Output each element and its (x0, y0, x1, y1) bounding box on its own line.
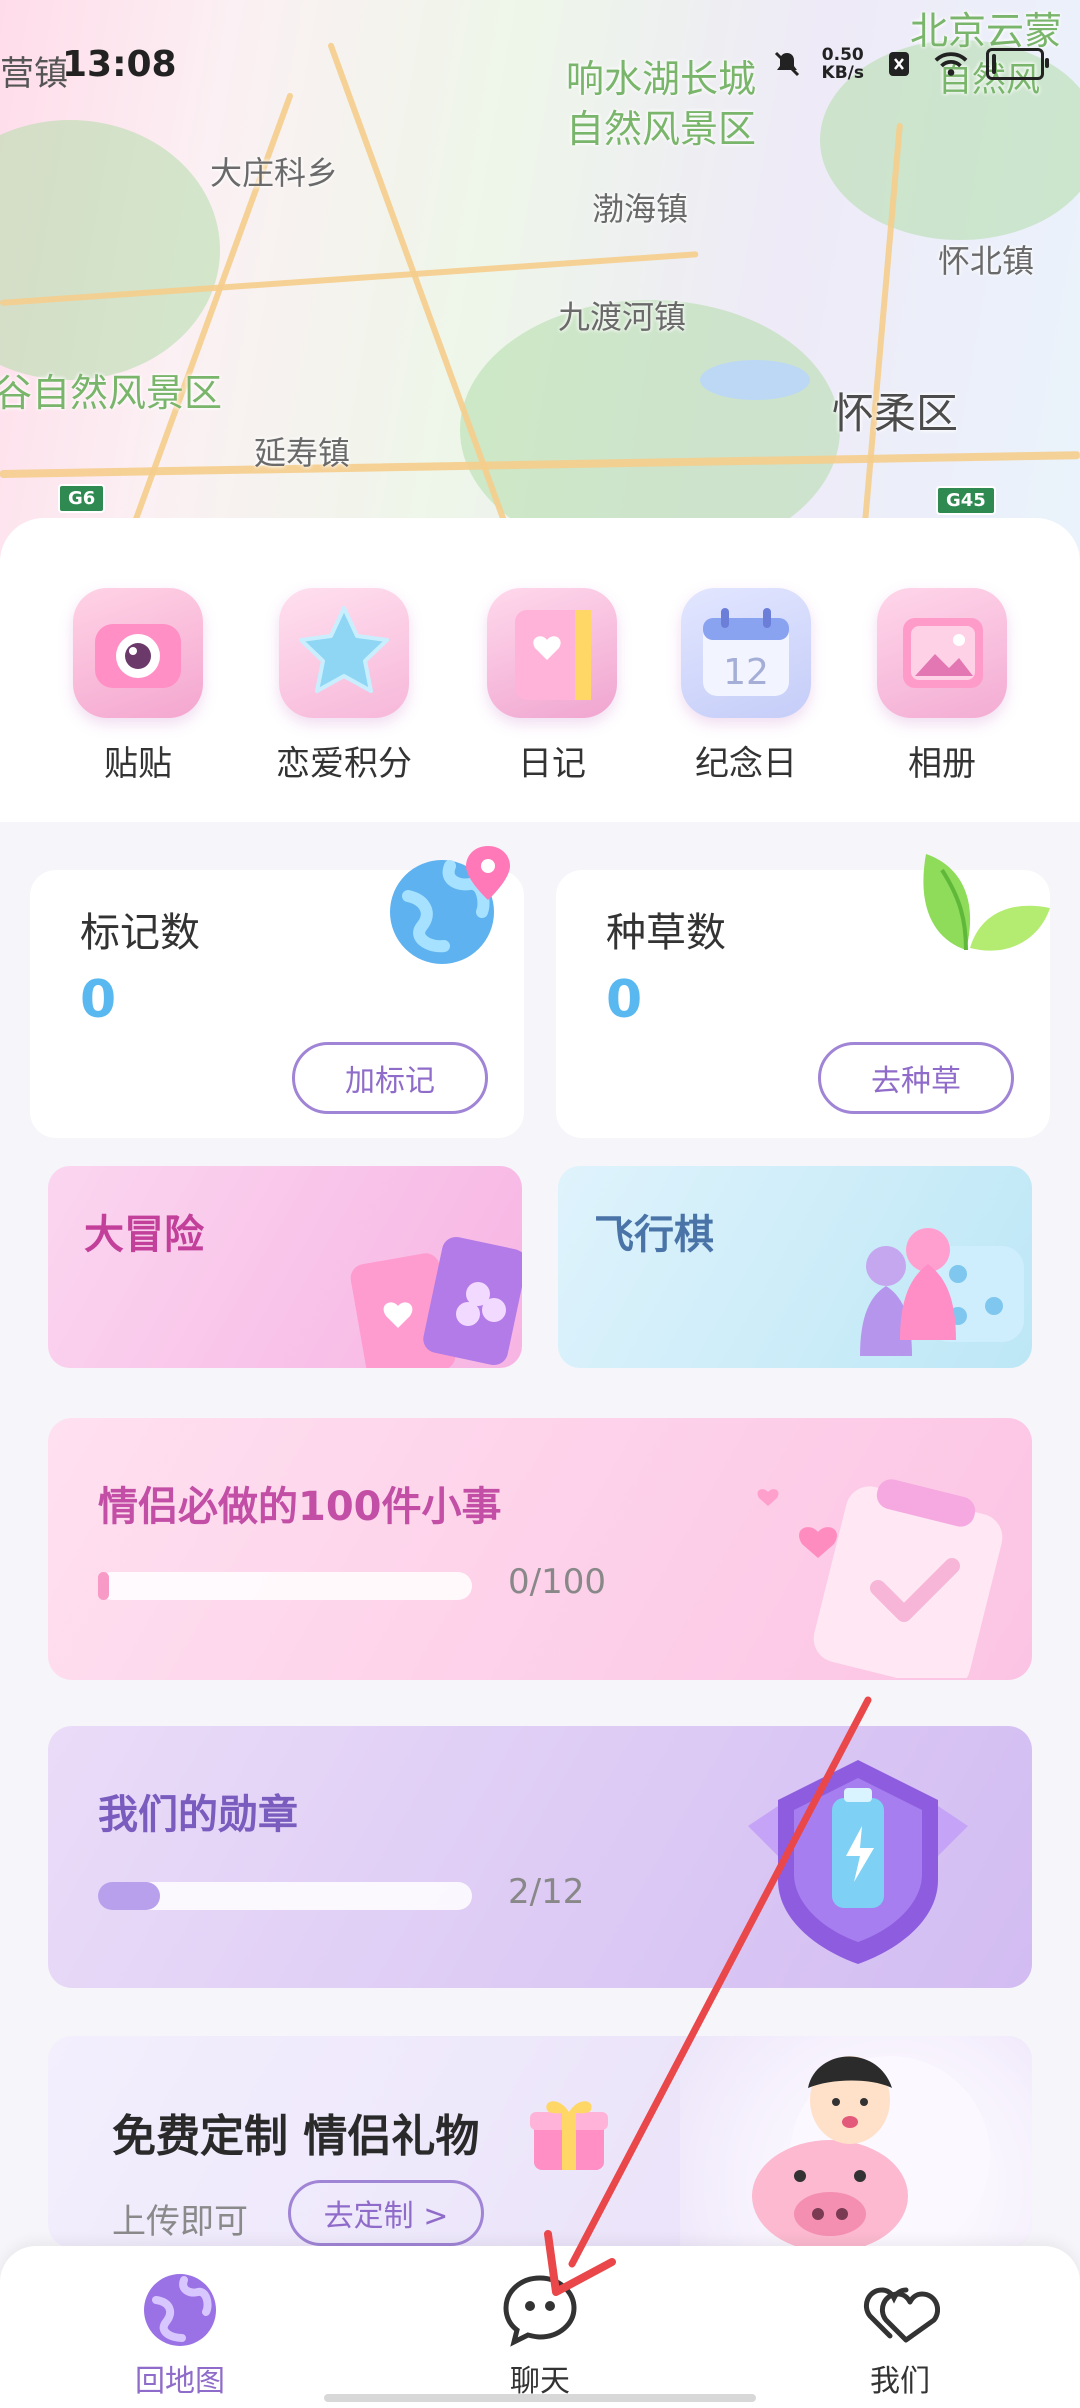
medals-progress-fill (98, 1882, 161, 1910)
wifi-icon (934, 47, 968, 81)
hearts-icon (860, 2270, 940, 2350)
adventure-game-card[interactable]: 大冒险 (48, 1166, 522, 1368)
plants-count: 0 (606, 970, 643, 1030)
map-label: 延寿镇 (254, 434, 351, 472)
net-speed-value: 0.50 (821, 45, 864, 65)
tab-back-to-map[interactable]: 回地图 (100, 2270, 260, 2400)
quick-action-album[interactable]: 相册 (862, 588, 1022, 785)
battery-icon (986, 48, 1049, 80)
custom-gift-card[interactable]: 免费定制 情侣礼物 上传即可 去定制 > (48, 2036, 1032, 2248)
quick-action-label: 日记 (518, 744, 586, 784)
highway-shield: G6 (58, 484, 106, 513)
things-progress-fill (98, 1572, 110, 1600)
calendar-icon: 12 (681, 588, 811, 718)
calendar-day-text: 12 (723, 652, 769, 693)
quick-action-label: 恋爱积分 (276, 744, 412, 784)
tab-us[interactable]: 我们 (820, 2270, 980, 2400)
net-speed: 0.50 KB/s (822, 46, 864, 82)
ludo-title: 飞行棋 (594, 1212, 714, 1258)
cards-heart-icon (328, 1222, 522, 1368)
ludo-pieces-icon (808, 1206, 1032, 1368)
adventure-title: 大冒险 (84, 1212, 204, 1258)
medals-progress-bar (98, 1882, 472, 1910)
map-park-area (0, 120, 220, 380)
highway-shield: G45 (936, 486, 996, 515)
plants-title: 种草数 (606, 910, 726, 956)
map-label: 怀柔区 (832, 389, 959, 438)
gift-box-icon (524, 2088, 614, 2178)
customize-button[interactable]: 去定制 > (288, 2180, 484, 2246)
map-label: 自然风景区 (566, 107, 757, 151)
map-label: 怀北镇 (938, 242, 1035, 280)
status-bar: 营镇 13:08 0.50 KB/s (0, 36, 1080, 96)
quick-actions: 贴贴 恋爱积分 日记 12 纪念日 相册 (0, 518, 1080, 822)
add-mark-button[interactable]: 加标记 (292, 1042, 488, 1114)
mute-icon (770, 47, 804, 81)
globe-icon (140, 2270, 220, 2350)
bottom-tab-bar: 回地图 聊天 我们 (0, 2246, 1080, 2408)
map-lake (700, 360, 810, 400)
gift-subtitle: 上传即可 (112, 2202, 248, 2242)
quick-action-anniversary[interactable]: 12 纪念日 (666, 588, 826, 785)
quick-action-label: 相册 (908, 744, 976, 784)
quick-action-diary[interactable]: 日记 (472, 588, 632, 785)
chat-icon (500, 2270, 580, 2350)
status-clock: 13:08 (62, 44, 177, 85)
quick-action-label: 纪念日 (695, 744, 797, 784)
quick-action-love-points[interactable]: 恋爱积分 (264, 588, 424, 785)
leaf-sprout-icon (896, 820, 1056, 980)
battery-medal-icon (738, 1746, 978, 1976)
home-indicator[interactable] (324, 2394, 756, 2402)
couple-100-things-card[interactable]: 情侣必做的100件小事 0/100 (48, 1418, 1032, 1680)
things-title: 情侣必做的100件小事 (98, 1484, 502, 1530)
go-plant-button[interactable]: 去种草 (818, 1042, 1014, 1114)
things-progress-bar (98, 1572, 472, 1600)
things-progress-text: 0/100 (508, 1562, 606, 1602)
quick-action-tietie[interactable]: 贴贴 (58, 588, 218, 785)
our-medals-card[interactable]: 我们的勋章 2/12 (48, 1726, 1032, 1988)
diary-icon (487, 588, 617, 718)
net-speed-unit: KB/s (821, 63, 864, 83)
globe-pin-icon (380, 836, 520, 976)
plants-card[interactable]: 种草数 0 去种草 (556, 854, 1050, 1138)
medals-title: 我们的勋章 (98, 1792, 298, 1838)
marks-title: 标记数 (80, 910, 200, 956)
map-label: 渤海镇 (592, 190, 689, 228)
map-label: 九渡河镇 (558, 298, 687, 336)
marks-count: 0 (80, 970, 117, 1030)
tab-label: 我们 (870, 2364, 930, 2399)
quick-action-label: 贴贴 (104, 744, 172, 784)
couple-sticker-image (680, 2036, 1032, 2248)
camera-icon (73, 588, 203, 718)
photo-album-icon (877, 588, 1007, 718)
ludo-game-card[interactable]: 飞行棋 (558, 1166, 1032, 1368)
map-label: 营镇 (0, 54, 68, 94)
sim-icon (882, 47, 916, 81)
map-label: 谷自然风景区 (0, 371, 223, 415)
status-icons: 0.50 KB/s (770, 46, 1049, 82)
map-label: 大庄科乡 (210, 154, 339, 192)
tab-chat[interactable]: 聊天 (460, 2270, 620, 2400)
marks-card[interactable]: 标记数 0 加标记 (30, 846, 524, 1138)
tab-label: 回地图 (135, 2364, 225, 2399)
medals-progress-text: 2/12 (508, 1872, 585, 1912)
checklist-hearts-icon (728, 1458, 1018, 1680)
gift-title: 免费定制 情侣礼物 (112, 2111, 480, 2162)
star-icon (279, 588, 409, 718)
